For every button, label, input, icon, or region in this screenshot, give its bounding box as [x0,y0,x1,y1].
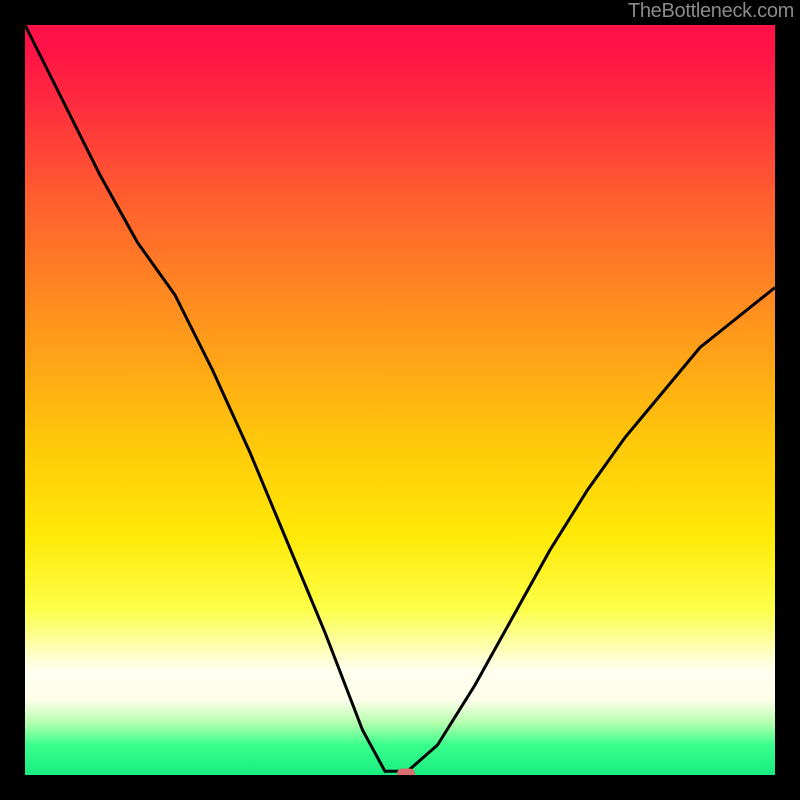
plot-area [25,25,775,775]
bottleneck-curve [25,25,775,775]
optimal-marker [397,768,415,775]
watermark-text: TheBottleneck.com [628,0,794,23]
chart-frame: TheBottleneck.com [0,0,800,800]
